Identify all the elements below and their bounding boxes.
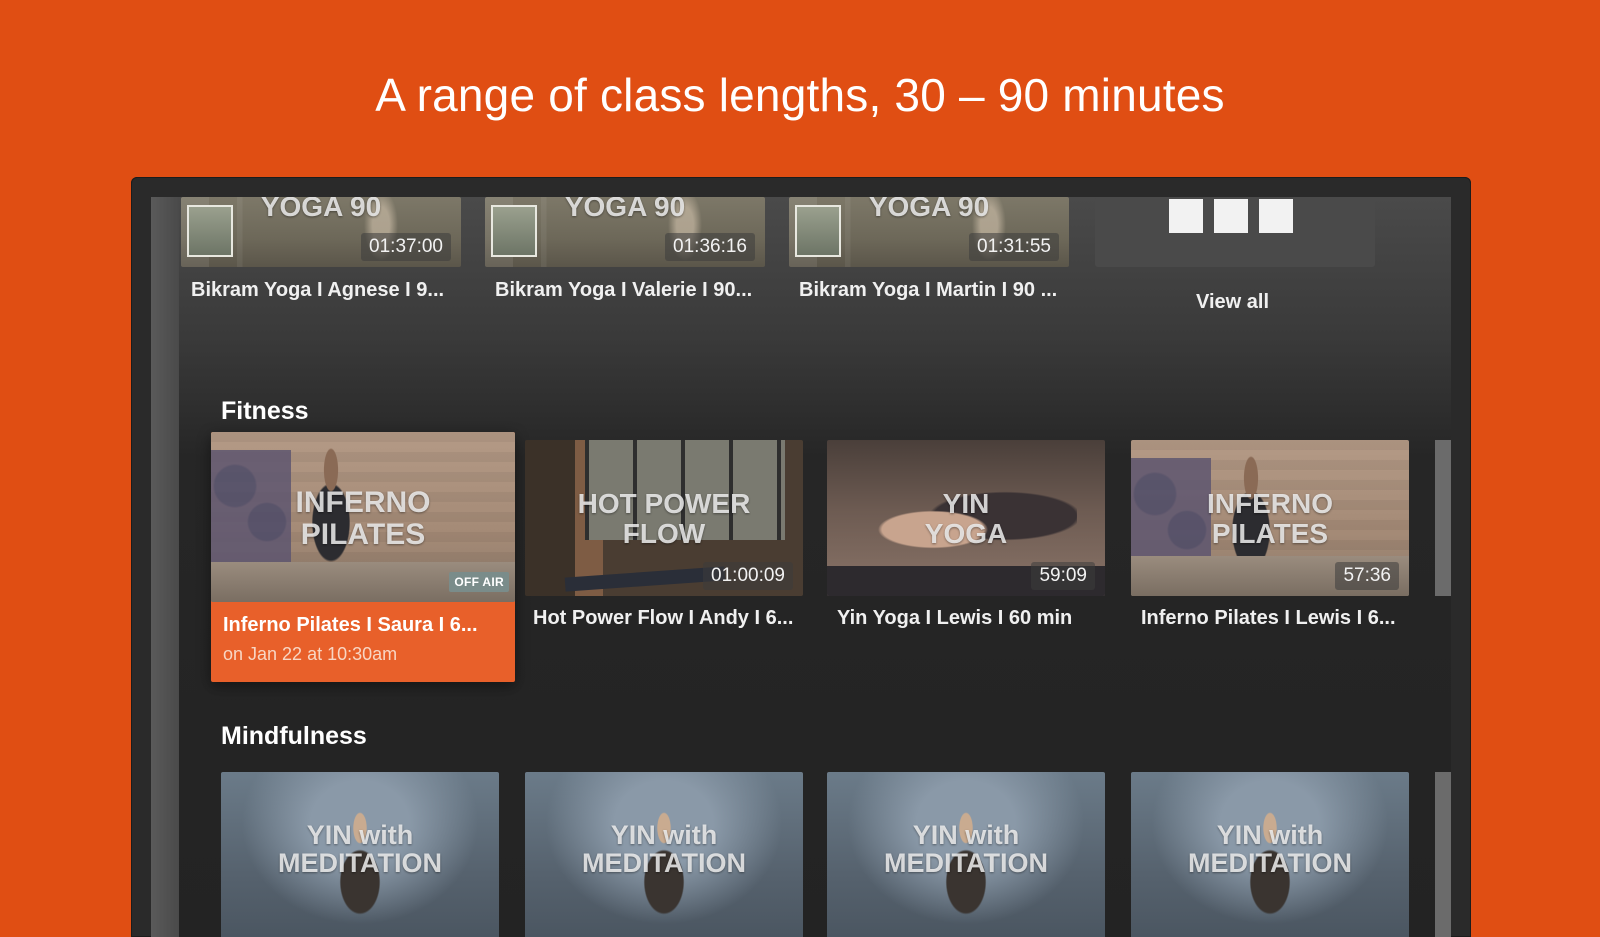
next-card-peek[interactable] [1435,772,1451,937]
thumbnail-title-line1: YIN with [306,820,414,850]
grid-icon [1169,197,1309,237]
thumbnail-title-line2: MEDITATION [1188,848,1352,878]
video-title[interactable]: Bikram Yoga I Agnese I 9... [191,279,444,302]
thumbnail-title-line1: INFERNO [295,486,431,519]
video-thumbnail[interactable]: HOT POWER FLOW 01:00:09 [525,440,803,596]
thumbnail-title-line1: YIN [942,488,990,519]
video-title[interactable]: Bikram Yoga I Martin I 90 ... [799,279,1057,302]
video-thumbnail[interactable]: YOGA 90 01:37:00 [181,197,461,267]
video-thumbnail[interactable]: YIN YOGA 59:09 [827,440,1105,596]
thumbnail-title-line2: PILATES [1211,518,1329,549]
video-thumbnail[interactable]: INFERNO PILATES 57:36 [1131,440,1409,596]
view-all-tile[interactable] [1095,197,1375,267]
video-thumbnail[interactable]: YOGA 90 01:36:16 [485,197,765,267]
off-air-badge: OFF AIR [449,572,509,592]
section-title-mindfulness: Mindfulness [221,722,367,750]
thumbnail-title-line2: FLOW [622,518,706,549]
thumbnail-title-line1: HOT POWER [577,488,751,519]
thumbnail-title-line2: YOGA [924,518,1008,549]
headline: A range of class lengths, 30 – 90 minute… [375,69,1225,121]
video-title[interactable]: Yin Yoga I Lewis I 60 min [837,607,1072,630]
side-rail [151,197,179,937]
video-title[interactable]: Bikram Yoga I Valerie I 90... [495,279,752,302]
thumbnail-title-line1: YIN with [610,820,718,850]
video-thumbnail[interactable]: YIN with MEDITATION [525,772,803,937]
tv-screen: YOGA 90 01:37:00 Bikram Yoga I Agnese I … [151,197,1451,937]
video-thumbnail[interactable]: YIN with MEDITATION [827,772,1105,937]
thumbnail-title: YOGA 90 [260,197,382,222]
duration-badge: 01:00:09 [703,562,793,590]
duration-badge: 59:09 [1031,562,1095,590]
duration-badge: 01:36:16 [665,233,755,261]
grid-square [1214,199,1248,233]
thumbnail-title: YOGA 90 [868,197,990,222]
thumbnail-title: YOGA 90 [564,197,686,222]
video-title[interactable]: Hot Power Flow I Andy I 6... [533,607,793,630]
video-thumbnail[interactable]: YIN with MEDITATION [1131,772,1409,937]
thumbnail-title-line2: MEDITATION [278,848,442,878]
duration-badge: 57:36 [1335,562,1399,590]
focused-video-card[interactable]: INFERNO PILATES OFF AIR Inferno Pilates … [211,432,515,682]
thumbnail-title-line2: MEDITATION [884,848,1048,878]
tv-frame: YOGA 90 01:37:00 Bikram Yoga I Agnese I … [131,177,1471,937]
next-card-peek[interactable] [1435,440,1451,596]
thumbnail-title-line1: YIN with [912,820,1020,850]
video-thumbnail: INFERNO PILATES OFF AIR [211,432,515,602]
duration-badge: 01:31:55 [969,233,1059,261]
thumbnail-title-line2: PILATES [300,518,426,551]
thumbnail-title-line1: INFERNO [1207,488,1333,519]
thumbnail-mat [564,566,726,592]
video-thumbnail[interactable]: YIN with MEDITATION [221,772,499,937]
duration-badge: 01:37:00 [361,233,451,261]
video-title[interactable]: Inferno Pilates I Lewis I 6... [1141,607,1396,630]
thumbnail-title-line1: YIN with [1216,820,1324,850]
grid-square [1169,199,1203,233]
thumbnail-title-line2: MEDITATION [582,848,746,878]
video-thumbnail[interactable]: YOGA 90 01:31:55 [789,197,1069,267]
grid-square [1259,199,1293,233]
video-schedule: on Jan 22 at 10:30am [223,644,398,664]
section-title-fitness: Fitness [221,397,309,425]
view-all-link[interactable]: View all [1196,291,1269,314]
video-title: Inferno Pilates I Saura I 6... [223,614,478,636]
